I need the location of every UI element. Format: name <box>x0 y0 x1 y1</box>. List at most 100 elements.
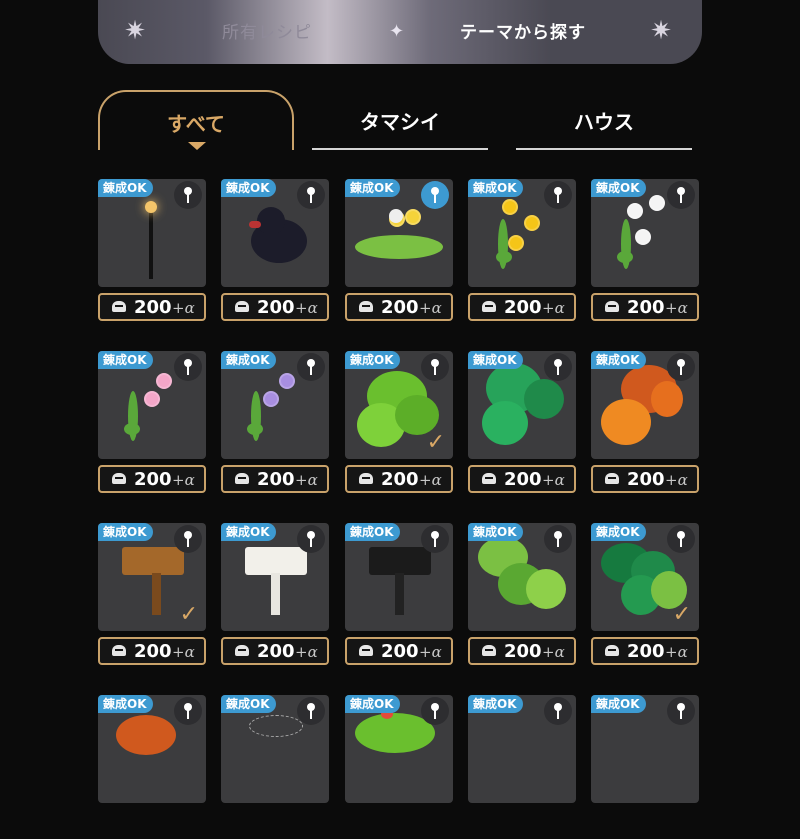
pin-icon[interactable] <box>421 353 449 381</box>
price-extra: +α <box>665 299 688 317</box>
pin-icon[interactable] <box>667 353 695 381</box>
recipe-card[interactable]: 錬成OK <box>221 523 329 631</box>
sparkle-icon-right: ✷ <box>650 16 672 46</box>
recipe-card[interactable]: 錬成OK <box>98 351 206 459</box>
price-extra: +α <box>542 299 565 317</box>
coin-icon <box>112 301 126 312</box>
recipe-item[interactable]: 錬成OK 200 +α <box>98 351 208 495</box>
flower-blob <box>156 373 172 389</box>
pin-icon[interactable] <box>174 353 202 381</box>
pin-icon[interactable] <box>667 525 695 553</box>
price-tag: 200 +α <box>468 465 576 493</box>
pin-icon[interactable] <box>544 353 572 381</box>
pin-icon[interactable] <box>544 697 572 725</box>
coin-icon <box>235 301 249 312</box>
recipe-item[interactable]: 錬成OK 200 +α <box>221 351 331 495</box>
recipe-card[interactable]: 錬成OK <box>468 351 576 459</box>
price-extra: +α <box>295 471 318 489</box>
category-tab-soul[interactable]: タマシイ <box>312 90 488 150</box>
pin-icon[interactable] <box>297 353 325 381</box>
foliage-blob <box>482 401 528 445</box>
duck-head <box>257 207 285 235</box>
recipe-item[interactable]: 錬成OK <box>345 695 455 839</box>
price-value: 200 <box>381 641 419 662</box>
recipe-item[interactable]: 錬成OK 200 +α <box>591 179 701 323</box>
recipe-card[interactable]: 錬成OK <box>221 695 329 803</box>
recipe-card[interactable]: 錬成OK <box>221 179 329 287</box>
recipe-item[interactable]: 錬成OK ✓ 200 +α <box>345 351 455 495</box>
foliage-blob <box>116 715 176 755</box>
recipe-card[interactable]: 錬成OK <box>468 523 576 631</box>
recipe-card[interactable]: 錬成OK ✓ <box>345 351 453 459</box>
price-tag: 200 +α <box>468 637 576 665</box>
recipe-card[interactable]: 錬成OK <box>468 179 576 287</box>
flower-blob <box>263 391 279 407</box>
pin-icon[interactable] <box>667 697 695 725</box>
category-tab-house[interactable]: ハウス <box>516 90 692 150</box>
tab-owned-recipes[interactable]: 所有レシピ <box>222 18 312 43</box>
recipe-card[interactable]: 錬成OK <box>221 351 329 459</box>
pin-icon[interactable] <box>667 181 695 209</box>
price-tag: 200 +α <box>591 637 699 665</box>
coin-icon <box>359 473 373 484</box>
sign-post <box>152 573 161 615</box>
pin-icon[interactable] <box>544 525 572 553</box>
recipe-card[interactable]: 錬成OK ✓ <box>591 523 699 631</box>
craftable-badge: 錬成OK <box>98 523 153 541</box>
pin-icon[interactable] <box>174 525 202 553</box>
recipe-item[interactable]: 錬成OK 200 +α <box>468 351 578 495</box>
recipe-card[interactable]: 錬成OK <box>591 351 699 459</box>
pin-icon[interactable] <box>297 181 325 209</box>
recipe-item[interactable]: 錬成OK <box>591 695 701 839</box>
pin-icon[interactable] <box>544 181 572 209</box>
pin-icon[interactable] <box>297 697 325 725</box>
category-tab-label: ハウス <box>574 110 634 134</box>
foliage-blob <box>355 235 443 259</box>
recipe-item[interactable]: 錬成OK ✓ 200 +α <box>591 523 701 667</box>
price-extra: +α <box>542 643 565 661</box>
flower-blob <box>635 229 651 245</box>
recipe-item[interactable]: 錬成OK 200 +α <box>221 179 331 323</box>
price-value: 200 <box>627 469 665 490</box>
recipe-item[interactable]: 錬成OK 200 +α <box>345 523 455 667</box>
category-tab-all[interactable]: すべて <box>98 90 294 150</box>
recipe-card[interactable]: 錬成OK <box>591 179 699 287</box>
price-value: 200 <box>257 641 295 662</box>
price-tag: 200 +α <box>345 465 453 493</box>
pin-icon[interactable] <box>174 181 202 209</box>
recipe-card[interactable]: 錬成OK <box>345 523 453 631</box>
recipe-card[interactable]: 錬成OK ✓ <box>98 523 206 631</box>
recipe-item[interactable]: 錬成OK 200 +α <box>468 523 578 667</box>
recipe-item[interactable]: 錬成OK 200 +α <box>221 523 331 667</box>
recipe-item[interactable]: 錬成OK 200 +α <box>345 179 455 323</box>
pin-icon[interactable] <box>421 697 449 725</box>
price-extra: +α <box>172 643 195 661</box>
foliage-blob <box>524 379 564 419</box>
recipe-item[interactable]: 錬成OK 200 +α <box>468 179 578 323</box>
recipe-item[interactable]: 錬成OK <box>98 695 208 839</box>
recipe-item[interactable]: 錬成OK <box>221 695 331 839</box>
recipe-card[interactable]: 錬成OK <box>98 179 206 287</box>
recipe-item[interactable]: 錬成OK 200 +α <box>98 179 208 323</box>
sign-post <box>271 573 280 615</box>
recipe-card[interactable]: 錬成OK <box>345 695 453 803</box>
pin-icon[interactable] <box>421 181 449 209</box>
recipe-item[interactable]: 錬成OK 200 +α <box>591 351 701 495</box>
seed-head <box>389 209 403 223</box>
price-value: 200 <box>381 469 419 490</box>
pin-icon[interactable] <box>421 525 449 553</box>
tab-search-by-theme[interactable]: テーマから探す <box>460 18 586 43</box>
recipe-card[interactable]: 錬成OK <box>591 695 699 803</box>
foliage-blob <box>526 569 566 609</box>
pin-icon[interactable] <box>174 697 202 725</box>
flower-blob <box>405 209 421 225</box>
craftable-badge: 錬成OK <box>345 695 400 713</box>
recipe-item[interactable]: 錬成OK <box>468 695 578 839</box>
price-extra: +α <box>172 471 195 489</box>
recipe-card[interactable]: 錬成OK <box>468 695 576 803</box>
recipe-card[interactable]: 錬成OK <box>98 695 206 803</box>
price-value: 200 <box>134 469 172 490</box>
recipe-card[interactable]: 錬成OK <box>345 179 453 287</box>
pin-icon[interactable] <box>297 525 325 553</box>
recipe-item[interactable]: 錬成OK ✓ 200 +α <box>98 523 208 667</box>
